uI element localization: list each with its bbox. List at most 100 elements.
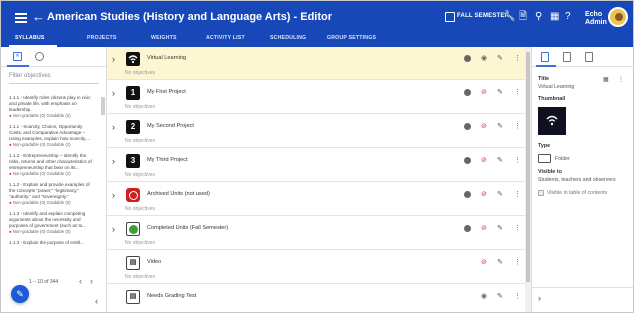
expand-chevron-icon[interactable]: ›: [112, 88, 115, 98]
folder-icon: [538, 154, 551, 163]
thumbnail-label: Thumbnail: [538, 96, 566, 102]
more-vert-icon[interactable]: ⋮: [514, 88, 521, 96]
remove-icon[interactable]: [464, 55, 471, 62]
row-title[interactable]: My Second Project: [147, 123, 194, 129]
syllabus-row[interactable]: › 2 My Second Project No objectives ⊘ ✎ …: [107, 115, 525, 148]
row-title[interactable]: Virtual Learning: [147, 55, 186, 61]
list-item[interactable]: 1.1.3 - Explain the purpose of entitl...: [9, 240, 95, 246]
row-title[interactable]: Video: [147, 259, 161, 265]
editor-window: ← American Studies (History and Language…: [0, 0, 634, 313]
tab-projects[interactable]: PROJECTS: [87, 35, 117, 41]
eye-icon[interactable]: ◉: [481, 292, 487, 300]
more-vert-icon[interactable]: ⋮: [514, 224, 521, 232]
more-vert-icon[interactable]: ⋮: [618, 76, 624, 83]
copy-tab-icon[interactable]: [585, 52, 593, 62]
list-item[interactable]: 1.1.2 - Entrepreneurship – Identify the …: [9, 153, 95, 177]
row-title[interactable]: Archived Units (not used): [147, 191, 210, 197]
tab-activity-list[interactable]: ACTIVITY LIST: [206, 35, 245, 41]
tab-syllabus[interactable]: SYLLABUS: [15, 35, 45, 41]
list-item[interactable]: 1.1.2 - Explain and provide examples of …: [9, 182, 95, 206]
expand-chevron-icon[interactable]: ›: [112, 224, 115, 234]
wrench-icon[interactable]: 🔧: [503, 11, 515, 23]
list-item[interactable]: 1.1.1 - Identify roles citizens play in …: [9, 95, 95, 119]
eye-icon[interactable]: ◉: [481, 54, 487, 62]
remove-icon[interactable]: [464, 225, 471, 232]
pencil-icon[interactable]: ✎: [497, 224, 503, 232]
pagination-label: 1 – 10 of 344: [29, 279, 59, 285]
syllabus-row[interactable]: ▤ Needs Grading Test ◉ ✎ ⋮: [107, 285, 525, 312]
list-item[interactable]: 1.1.3 - Identify and explain competing a…: [9, 211, 95, 235]
more-vert-icon[interactable]: ⋮: [514, 258, 521, 266]
syllabus-row[interactable]: › Archived Units (not used) No objective…: [107, 183, 525, 216]
more-vert-icon[interactable]: ⋮: [514, 292, 521, 300]
user-name[interactable]: Echo Admin: [585, 11, 607, 27]
row-title[interactable]: Completed Units (Fall Semester): [147, 225, 228, 231]
syllabus-row[interactable]: › Virtual Learning No objectives ◉ ✎ ⋮: [107, 47, 525, 80]
eye-hidden-icon[interactable]: ⊘: [481, 122, 487, 130]
pencil-icon[interactable]: ✎: [497, 292, 503, 300]
menu-icon[interactable]: [15, 13, 27, 23]
pencil-icon[interactable]: ✎: [497, 54, 503, 62]
scrollbar-thumb[interactable]: [526, 52, 530, 282]
filter-objectives-input[interactable]: Filter objectives: [9, 73, 51, 79]
more-vert-icon[interactable]: ⋮: [514, 54, 521, 62]
document-icon: ▤: [126, 290, 140, 304]
expand-chevron-icon[interactable]: ›: [112, 190, 115, 200]
pencil-icon[interactable]: ✎: [497, 258, 503, 266]
more-vert-icon[interactable]: ⋮: [514, 190, 521, 198]
row-title[interactable]: My First Project: [147, 89, 186, 95]
eye-hidden-icon[interactable]: ⊘: [481, 258, 487, 266]
expand-chevron-icon[interactable]: ›: [112, 54, 115, 64]
remove-icon[interactable]: [464, 191, 471, 198]
document-icon[interactable]: 🗎: [519, 11, 527, 23]
chevron-right-icon[interactable]: ›: [538, 293, 541, 303]
edit-fab-button[interactable]: ✎: [11, 285, 29, 303]
remove-icon[interactable]: [464, 123, 471, 130]
target-icon[interactable]: ✕: [13, 52, 22, 61]
thumbnail-image[interactable]: [538, 107, 566, 135]
calendar-small-icon[interactable]: ▦: [603, 76, 609, 83]
document-tab-icon[interactable]: [563, 52, 571, 62]
avatar[interactable]: [608, 7, 628, 27]
expand-chevron-icon[interactable]: ›: [112, 156, 115, 166]
help-icon[interactable]: ?: [565, 11, 571, 23]
expand-chevron-icon[interactable]: ›: [112, 122, 115, 132]
chevron-left-icon[interactable]: ‹: [79, 276, 82, 286]
remove-icon[interactable]: [464, 157, 471, 164]
syllabus-row[interactable]: ▤ Video No objectives ⊘ ✎ ⋮: [107, 251, 525, 284]
eye-hidden-icon[interactable]: ⊘: [481, 156, 487, 164]
syllabus-row[interactable]: › Completed Units (Fall Semester) No obj…: [107, 217, 525, 250]
circle-icon[interactable]: [35, 52, 44, 61]
calendar-icon[interactable]: [445, 12, 455, 22]
pencil-icon[interactable]: ✎: [497, 190, 503, 198]
objectives-scrollbar[interactable]: [101, 97, 105, 115]
eye-hidden-icon[interactable]: ⊘: [481, 224, 487, 232]
details-tab-icon[interactable]: [541, 52, 549, 62]
toc-checkbox[interactable]: [538, 190, 544, 196]
syllabus-row[interactable]: › 3 My Third Project No objectives ⊘ ✎ ⋮: [107, 149, 525, 182]
status-dot-icon: ●: [9, 229, 12, 234]
pencil-icon[interactable]: ✎: [497, 122, 503, 130]
search-icon[interactable]: ⚲: [535, 11, 542, 23]
row-title[interactable]: My Third Project: [147, 157, 188, 163]
tab-scheduling[interactable]: SCHEDULING: [270, 35, 306, 41]
status-dot-icon: ●: [9, 200, 12, 205]
list-item[interactable]: 1.1.1 - Scarcity, Choice, Opportunity Co…: [9, 124, 95, 148]
tab-weights[interactable]: WEIGHTS: [151, 35, 177, 41]
syllabus-row[interactable]: › 1 My First Project No objectives ⊘ ✎ ⋮: [107, 81, 525, 114]
eye-hidden-icon[interactable]: ⊘: [481, 190, 487, 198]
chevron-right-icon[interactable]: ›: [90, 276, 93, 286]
row-title[interactable]: Needs Grading Test: [147, 293, 196, 299]
visible-to-value[interactable]: Students, teachers and observers: [538, 177, 616, 183]
pencil-icon[interactable]: ✎: [497, 88, 503, 96]
pencil-icon[interactable]: ✎: [497, 156, 503, 164]
more-vert-icon[interactable]: ⋮: [514, 122, 521, 130]
more-vert-icon[interactable]: ⋮: [514, 156, 521, 164]
collapse-left-chevron-icon[interactable]: ‹: [95, 296, 98, 306]
tab-group-settings[interactable]: GROUP SETTINGS: [327, 35, 376, 41]
eye-hidden-icon[interactable]: ⊘: [481, 88, 487, 96]
remove-icon[interactable]: [464, 89, 471, 96]
grid-icon[interactable]: ▦: [550, 11, 559, 23]
term-selector[interactable]: FALL SEMESTER: [457, 13, 509, 19]
back-arrow-icon[interactable]: ←: [32, 10, 45, 24]
